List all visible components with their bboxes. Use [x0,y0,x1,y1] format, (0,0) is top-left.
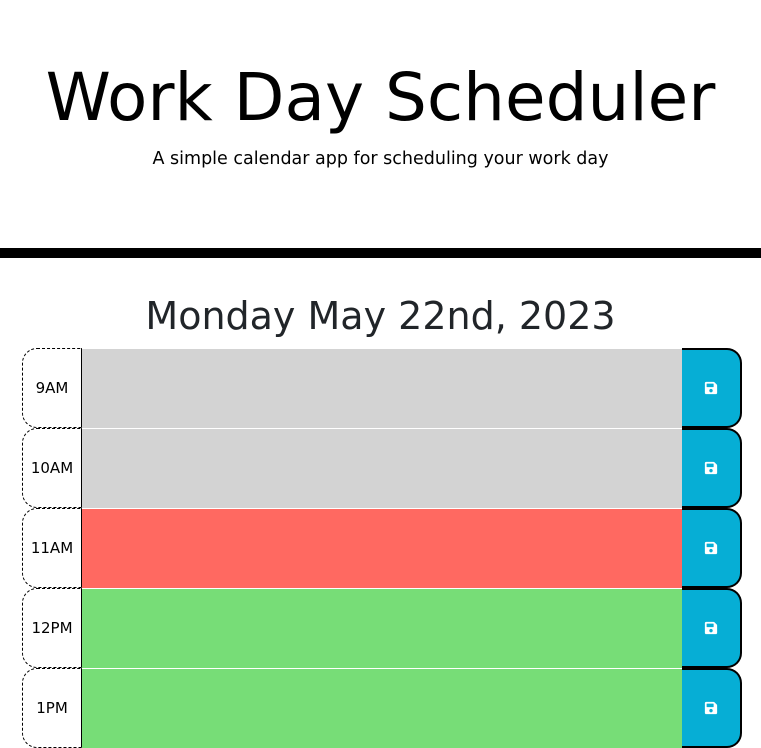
save-button[interactable] [682,508,742,588]
event-description-input[interactable] [82,668,682,748]
floppy-disk-icon [704,701,718,715]
hour-label: 12PM [22,588,82,668]
save-button[interactable] [682,588,742,668]
time-block-1pm: 1PM [22,668,742,748]
page-title: Work Day Scheduler [45,59,716,136]
event-description-input[interactable] [82,508,682,588]
time-block-9am: 9AM [22,348,742,428]
hour-label: 11AM [22,508,82,588]
time-block-11am: 11AM [22,508,742,588]
page-subtitle: A simple calendar app for scheduling you… [152,149,609,169]
schedule: 9AM 10AM 11AM 12PM 1PM [22,348,742,748]
floppy-disk-icon [704,541,718,555]
header: Work Day Scheduler A simple calendar app… [0,0,761,258]
hour-label: 1PM [22,668,82,748]
floppy-disk-icon [704,381,718,395]
current-day: Monday May 22nd, 2023 [145,294,616,338]
hour-label: 10AM [22,428,82,508]
save-button[interactable] [682,348,742,428]
floppy-disk-icon [704,621,718,635]
hour-label: 9AM [22,348,82,428]
save-button[interactable] [682,668,742,748]
event-description-input[interactable] [82,428,682,508]
save-button[interactable] [682,428,742,508]
event-description-input[interactable] [82,588,682,668]
time-block-12pm: 12PM [22,588,742,668]
floppy-disk-icon [704,461,718,475]
time-block-10am: 10AM [22,428,742,508]
event-description-input[interactable] [82,348,682,428]
